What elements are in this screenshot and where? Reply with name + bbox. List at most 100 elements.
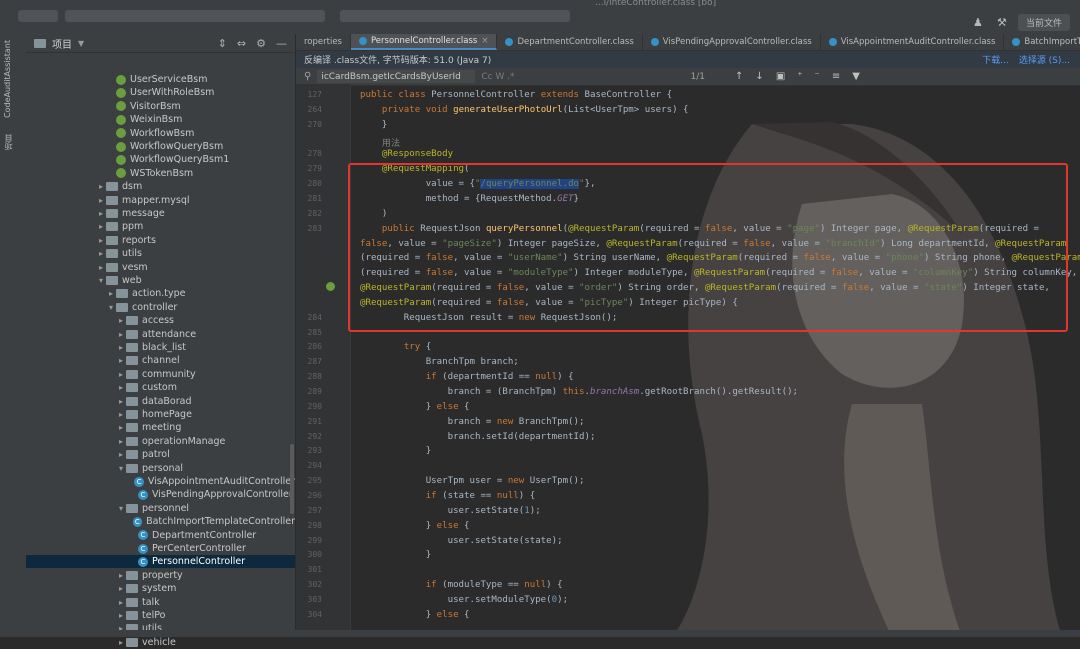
minimize-icon[interactable]: — <box>276 37 287 50</box>
tree-item[interactable]: ▸ custom <box>26 381 295 394</box>
tree-item[interactable]: ▾ web <box>26 274 295 287</box>
tree-item[interactable]: ▾ personnel <box>26 502 295 515</box>
chevron-right-icon[interactable]: ▸ <box>116 356 126 365</box>
tree-item[interactable]: ▸ action.type <box>26 287 295 300</box>
tree-item[interactable]: ▸ dataBorad <box>26 395 295 408</box>
tree-item[interactable]: ▸ reports <box>26 234 295 247</box>
close-icon[interactable]: × <box>481 36 488 46</box>
chevron-right-icon[interactable]: ▸ <box>116 397 126 406</box>
chevron-right-icon[interactable]: ▸ <box>116 450 126 459</box>
tree-item[interactable]: WorkflowQueryBsm1 <box>26 153 295 166</box>
chevron-right-icon[interactable]: ▸ <box>116 316 126 325</box>
chevron-right-icon[interactable]: ▸ <box>116 423 126 432</box>
tree-item[interactable]: C DepartmentController <box>26 529 295 542</box>
chevron-right-icon[interactable]: ▸ <box>116 437 126 446</box>
tree-item[interactable]: C BatchImportTemplateController <box>26 515 295 528</box>
tree-item[interactable]: ▸ patrol <box>26 448 295 461</box>
next-match-icon[interactable]: ↓ <box>755 71 763 82</box>
user-icon[interactable]: ♟ <box>970 15 986 31</box>
tree-item[interactable]: ▸ property <box>26 569 295 582</box>
chevron-right-icon[interactable]: ▸ <box>96 182 106 191</box>
editor-tab[interactable]: PersonnelController.class × <box>350 34 498 50</box>
chevron-right-icon[interactable]: ▸ <box>116 330 126 339</box>
gear-icon[interactable]: ⚙ <box>256 37 266 50</box>
tree-item[interactable]: UserServiceBsm <box>26 73 295 86</box>
choose-source-link[interactable]: 选择源 (S)... <box>1019 53 1070 66</box>
collapse-all-icon[interactable]: ⇔ <box>237 37 246 50</box>
tree-item[interactable]: ▸ black_list <box>26 341 295 354</box>
tree-item[interactable]: ▸ operationManage <box>26 435 295 448</box>
tree-item[interactable]: ▸ message <box>26 207 295 220</box>
tree-item[interactable]: ▸ talk <box>26 596 295 609</box>
chevron-right-icon[interactable]: ▸ <box>116 370 126 379</box>
chevron-right-icon[interactable]: ▸ <box>116 638 126 647</box>
add-selection-icon[interactable]: ⁺ <box>797 71 802 82</box>
tree-item[interactable]: C PersonnelController <box>26 555 295 569</box>
chevron-down-icon[interactable]: ▾ <box>106 303 116 312</box>
tree-item[interactable]: ▸ vesm <box>26 261 295 274</box>
tree-item[interactable]: ▸ channel <box>26 354 295 367</box>
select-all-icon[interactable]: ▣ <box>776 71 785 82</box>
request-mapping-gutter-icon[interactable] <box>326 282 335 291</box>
tree-item[interactable]: ▸ community <box>26 368 295 381</box>
tree-item[interactable]: ▸ ppm <box>26 220 295 233</box>
chevron-down-icon[interactable]: ▼ <box>78 39 84 48</box>
tree-item[interactable]: ▸ meeting <box>26 421 295 434</box>
tree-item[interactable]: WorkflowBsm <box>26 127 295 140</box>
chevron-right-icon[interactable]: ▸ <box>116 584 126 593</box>
tree-item[interactable]: C VisAppointmentAuditController <box>26 475 295 488</box>
project-title[interactable]: 项目 <box>52 36 72 51</box>
tree-item[interactable]: WSTokenBsm <box>26 167 295 180</box>
tree-item[interactable]: VisitorBsm <box>26 100 295 113</box>
chevron-right-icon[interactable]: ▸ <box>96 222 106 231</box>
prev-match-icon[interactable]: ↑ <box>735 71 743 82</box>
chevron-right-icon[interactable]: ▸ <box>96 209 106 218</box>
chevron-right-icon[interactable]: ▸ <box>116 383 126 392</box>
expand-all-icon[interactable]: ⇕ <box>218 37 227 50</box>
run-config-select[interactable]: 当前文件 <box>1017 14 1070 31</box>
tree-item[interactable]: C VisPendingApprovalController <box>26 488 295 501</box>
chevron-right-icon[interactable]: ▸ <box>96 249 106 258</box>
hammer-icon[interactable]: ⚒ <box>994 15 1010 31</box>
code-text[interactable]: public class PersonnelController extends… <box>352 84 1080 637</box>
chevron-down-icon[interactable]: ▾ <box>96 276 106 285</box>
chevron-right-icon[interactable]: ▸ <box>116 598 126 607</box>
tree-item[interactable]: ▸ utils <box>26 247 295 260</box>
find-options[interactable]: Cc W .* <box>481 72 514 82</box>
tool-tab-project[interactable]: 项目 <box>3 134 23 150</box>
tool-tab-codeaudit[interactable]: CodeAuditAssistant <box>3 40 23 118</box>
remove-selection-icon[interactable]: ⁻ <box>815 71 820 82</box>
tree-item[interactable]: ▸ dsm <box>26 180 295 193</box>
tree-item[interactable]: WeixinBsm <box>26 113 295 126</box>
chevron-right-icon[interactable]: ▸ <box>116 343 126 352</box>
tree-item[interactable]: WorkflowQueryBsm <box>26 140 295 153</box>
editor-tab[interactable]: VisPendingApprovalController.class <box>643 34 821 50</box>
editor-tab[interactable]: roperties <box>296 34 351 50</box>
tree-item[interactable]: C PerCenterController <box>26 542 295 555</box>
chevron-right-icon[interactable]: ▸ <box>96 236 106 245</box>
chevron-right-icon[interactable]: ▸ <box>106 289 116 298</box>
chevron-right-icon[interactable]: ▸ <box>116 571 126 580</box>
download-link[interactable]: 下载... <box>982 53 1009 66</box>
tree-item[interactable]: UserWithRoleBsm <box>26 86 295 99</box>
tree-item[interactable]: ▸ homePage <box>26 408 295 421</box>
tree-item[interactable]: ▾ personal <box>26 462 295 475</box>
select-occurrence-icon[interactable]: ≡ <box>832 71 840 82</box>
chevron-right-icon[interactable]: ▸ <box>116 410 126 419</box>
tree-item[interactable]: ▾ controller <box>26 301 295 314</box>
tree-item[interactable]: ▸ attendance <box>26 328 295 341</box>
editor-tab[interactable]: VisAppointmentAuditController.class <box>821 34 1005 50</box>
tree-item[interactable]: ▸ mapper.mysql <box>26 194 295 207</box>
chevron-right-icon[interactable]: ▸ <box>96 196 106 205</box>
chevron-right-icon[interactable]: ▸ <box>116 611 126 620</box>
chevron-down-icon[interactable]: ▾ <box>116 464 126 473</box>
tree-item[interactable]: ▸ telPo <box>26 609 295 622</box>
chevron-right-icon[interactable]: ▸ <box>96 263 106 272</box>
editor-tab[interactable]: BatchImportTemplateContr <box>1004 34 1080 50</box>
chevron-down-icon[interactable]: ▾ <box>116 504 126 513</box>
filter-icon[interactable]: ▼ <box>852 71 860 82</box>
tree-item[interactable]: ▸ access <box>26 314 295 327</box>
tree-scrollbar[interactable] <box>290 444 294 514</box>
tree-item[interactable]: ▸ vehicle <box>26 636 295 649</box>
tree-item[interactable]: ▸ system <box>26 582 295 595</box>
